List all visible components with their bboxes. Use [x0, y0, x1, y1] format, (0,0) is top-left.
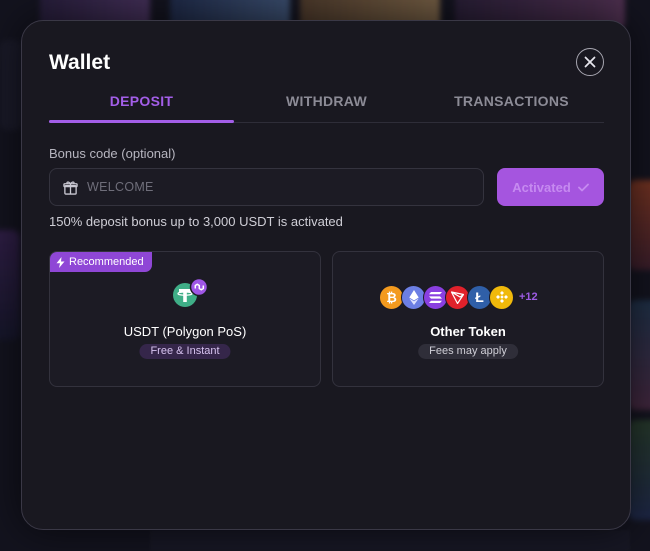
wallet-modal: Wallet DEPOSIT WITHDRAW TRANSACTIONS Bon… [21, 20, 631, 530]
tab-deposit[interactable]: DEPOSIT [49, 93, 234, 123]
option-tag: Free & Instant [139, 344, 231, 359]
bonus-code-value: WELCOME [87, 180, 154, 194]
bonus-code-label: Bonus code (optional) [49, 146, 176, 161]
close-button[interactable] [576, 48, 604, 76]
recommended-badge-label: Recommended [69, 256, 144, 268]
activate-button-label: Activated [512, 179, 571, 195]
option-tag: Fees may apply [418, 344, 518, 359]
wallet-tabs: DEPOSIT WITHDRAW TRANSACTIONS [49, 93, 604, 123]
close-icon [584, 56, 596, 68]
token-icons-row: ₿ Ł +12 [379, 284, 538, 310]
recommended-badge: Recommended [50, 252, 152, 272]
usdt-polygon-icon [173, 278, 209, 307]
check-icon [577, 183, 589, 191]
deposit-option-usdt-polygon[interactable]: Recommended USDT (Polygon PoS) Free & In… [49, 251, 321, 387]
modal-title: Wallet [49, 51, 111, 74]
option-name: USDT (Polygon PoS) [123, 324, 247, 339]
bonus-status-text: 150% deposit bonus up to 3,000 USDT is a… [49, 214, 343, 229]
more-tokens-count: +12 [519, 291, 538, 303]
lightning-icon [56, 256, 65, 268]
deposit-option-other-token[interactable]: ₿ Ł +12 Other Token Fees may apply [332, 251, 604, 387]
gift-icon [63, 180, 78, 195]
bnb-icon [489, 284, 514, 310]
option-name: Other Token [430, 324, 506, 339]
activate-bonus-button[interactable]: Activated [497, 168, 604, 206]
tab-transactions[interactable]: TRANSACTIONS [419, 93, 604, 122]
tab-withdraw[interactable]: WITHDRAW [234, 93, 419, 122]
bonus-code-input[interactable]: WELCOME [49, 168, 484, 206]
